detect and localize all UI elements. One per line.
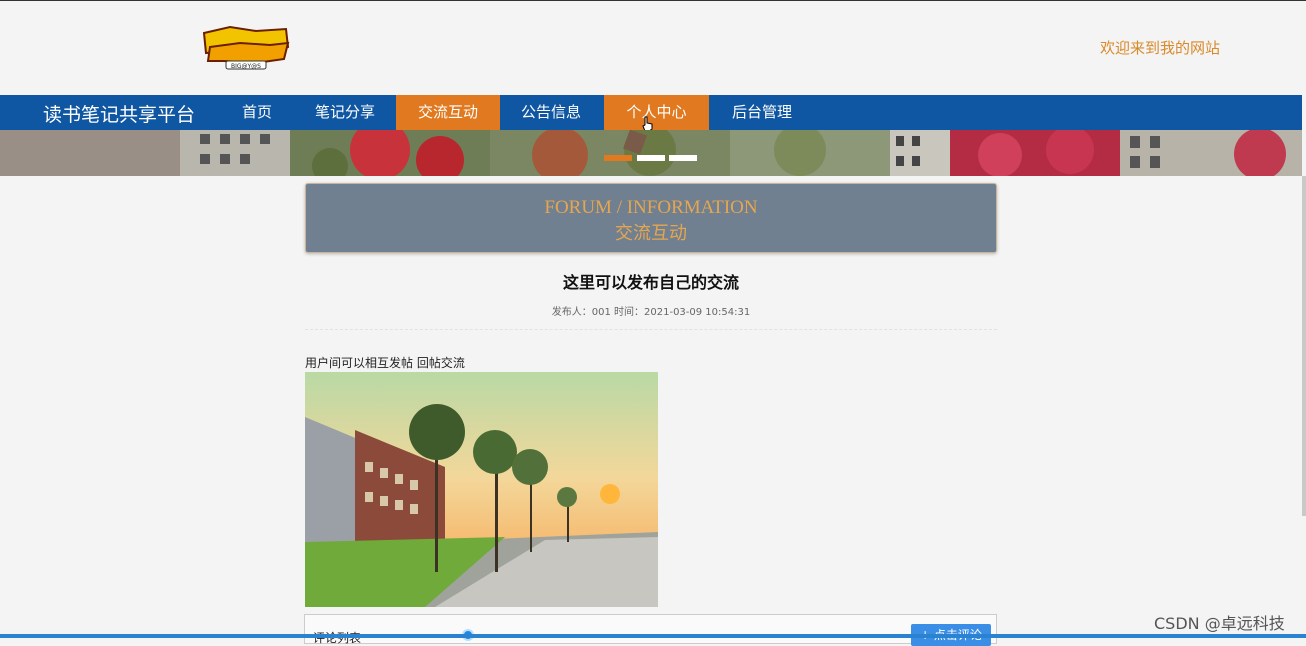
nav-item-notes[interactable]: 笔记分享 — [300, 95, 390, 130]
nav-item-profile[interactable]: 个人中心 — [604, 95, 709, 130]
post-title: 这里可以发布自己的交流 — [562, 273, 739, 292]
site-logo[interactable]: BIG@Y@S — [200, 23, 292, 71]
post-content: 用户间可以相互发帖 回帖交流 — [305, 356, 465, 370]
welcome-text: 欢迎来到我的网站 — [1100, 39, 1221, 57]
nav-item-forum[interactable]: 交流互动 — [396, 95, 500, 130]
section-title-box: FORUM / INFORMATION 交流互动 — [305, 183, 997, 253]
site-header: BIG@Y@S 欢迎来到我的网站 — [0, 1, 1306, 95]
section-title-cn: 交流互动 — [615, 223, 687, 243]
banner-carousel[interactable] — [0, 130, 1302, 176]
divider — [305, 329, 997, 330]
post-meta: 发布人：001 时间：2021-03-09 10:54:31 — [551, 307, 751, 318]
svg-text:BIG@Y@S: BIG@Y@S — [231, 63, 261, 70]
carousel-dot-1[interactable] — [604, 155, 632, 161]
bottom-bar — [0, 634, 1306, 638]
nav-brand[interactable]: 读书笔记共享平台 — [43, 100, 195, 127]
nav-item-home[interactable]: 首页 — [226, 95, 288, 130]
watermark-text: CSDN @卓远科技 — [1154, 614, 1285, 633]
nav-item-notice[interactable]: 公告信息 — [506, 95, 596, 130]
vertical-scrollbar[interactable] — [1302, 176, 1306, 516]
carousel-dot-2[interactable] — [637, 155, 665, 161]
section-title-en: FORUM / INFORMATION — [544, 197, 758, 218]
carousel-dot-3[interactable] — [669, 155, 697, 161]
post-image — [305, 372, 658, 607]
nav-item-admin[interactable]: 后台管理 — [716, 95, 808, 130]
comment-panel: 评论列表 + 点击评论 — [304, 614, 997, 646]
